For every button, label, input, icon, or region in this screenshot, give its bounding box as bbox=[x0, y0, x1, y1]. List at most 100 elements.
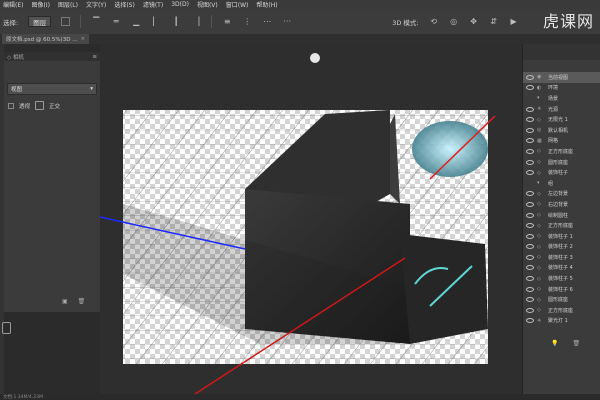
layer-row[interactable]: ◎ 默认相机 bbox=[523, 125, 600, 136]
eye-icon[interactable] bbox=[526, 159, 534, 165]
layer-type-icon: ◇ bbox=[537, 169, 541, 176]
layer-row[interactable]: ◇ 绘制圆柱 bbox=[523, 210, 600, 221]
document-canvas[interactable] bbox=[99, 44, 522, 395]
eye-icon[interactable] bbox=[526, 170, 534, 176]
distribute-vertical-icon[interactable]: ⋮ bbox=[242, 17, 252, 27]
light-icon[interactable]: 💡 bbox=[551, 340, 558, 347]
eye-icon[interactable] bbox=[526, 297, 534, 303]
layer-type-icon: ◉ bbox=[537, 74, 542, 81]
show-transform-checkbox[interactable] bbox=[61, 17, 71, 26]
menu-item-edit[interactable]: 编辑(E) bbox=[3, 0, 23, 9]
eye-icon[interactable] bbox=[526, 106, 534, 112]
eye-icon[interactable] bbox=[526, 181, 534, 186]
eye-icon[interactable] bbox=[526, 85, 534, 91]
eye-icon[interactable] bbox=[526, 307, 534, 313]
camera-video-icon[interactable]: ▶ bbox=[509, 17, 519, 27]
align-bottom-icon[interactable]: ▁ bbox=[131, 17, 141, 27]
orthographic-icon[interactable] bbox=[35, 101, 45, 110]
more-options-icon[interactable]: ··· bbox=[282, 17, 292, 27]
eye-icon[interactable] bbox=[526, 286, 534, 292]
layer-row[interactable]: ◇ 圆形底座 bbox=[523, 157, 600, 168]
document-tab-bar: 原文档.psd @ 60.5%(3D ... × bbox=[0, 34, 600, 44]
layer-name: 当前视图 bbox=[548, 74, 569, 81]
view-dropdown[interactable]: 视图 ▾ bbox=[7, 83, 97, 95]
menu-item-select[interactable]: 选择(S) bbox=[114, 0, 135, 9]
layer-row[interactable]: ◇ 正方形底座 bbox=[523, 146, 600, 157]
eye-icon[interactable] bbox=[526, 117, 534, 123]
pan-icon[interactable]: ✥ bbox=[469, 17, 479, 27]
orbit-icon[interactable]: ⟲ bbox=[429, 17, 439, 27]
distribute-icon[interactable]: ≡ bbox=[222, 17, 232, 27]
3d-scene-viewport[interactable] bbox=[99, 44, 522, 395]
layer-row[interactable]: ◇ 装饰柱子 5 bbox=[523, 273, 600, 284]
align-left-icon[interactable]: ▏ bbox=[151, 17, 161, 27]
menu-item-3d[interactable]: 3D(D) bbox=[171, 1, 189, 8]
layer-row[interactable]: ▾ 场景 bbox=[523, 93, 600, 104]
layer-row[interactable]: ◇ 装饰柱子 2 bbox=[523, 242, 600, 253]
menu-item-help[interactable]: 帮助(H) bbox=[256, 0, 277, 9]
align-top-icon[interactable]: ▔ bbox=[91, 17, 101, 27]
render-icon[interactable]: ▣ bbox=[62, 298, 68, 305]
eye-icon[interactable] bbox=[526, 191, 534, 197]
align-center-icon[interactable]: ┃ bbox=[171, 17, 181, 27]
eye-icon[interactable] bbox=[526, 223, 534, 229]
layer-row[interactable]: ◇ 装饰柱子 4 bbox=[523, 263, 600, 274]
panel-menu-icon[interactable]: ≡ bbox=[92, 54, 97, 60]
document-tab[interactable]: 原文档.psd @ 60.5%(3D ... × bbox=[2, 34, 90, 44]
layer-row[interactable]: ✳ 聚光灯 1 bbox=[523, 316, 600, 327]
chevron-down-icon: ▾ bbox=[90, 86, 93, 92]
menu-item-type[interactable]: 文字(Y) bbox=[86, 0, 106, 9]
eye-icon[interactable] bbox=[526, 74, 534, 80]
eye-icon[interactable] bbox=[526, 276, 534, 282]
layer-row[interactable]: ◇ 装饰柱子 1 bbox=[523, 231, 600, 242]
layer-row[interactable]: ◇ 装饰柱子 3 bbox=[523, 252, 600, 263]
layer-type-icon: ◐ bbox=[537, 84, 542, 91]
eye-icon[interactable] bbox=[526, 148, 534, 154]
layer-row[interactable]: ◉ 当前视图 bbox=[523, 72, 600, 83]
hand-tool-icon[interactable] bbox=[2, 322, 11, 334]
layer-row[interactable]: ◇ 装饰柱子 6 bbox=[523, 284, 600, 295]
eye-icon[interactable] bbox=[526, 212, 534, 218]
layer-row[interactable]: ◐ 环境 bbox=[523, 83, 600, 94]
layer-row[interactable]: ◇ 无限光 1 bbox=[523, 114, 600, 125]
camera-panel-title: ◇ 相机 bbox=[7, 54, 24, 61]
layer-name: 装饰柱子 bbox=[548, 170, 569, 177]
slide-icon[interactable]: ⇵ bbox=[489, 17, 499, 27]
menu-item-layer[interactable]: 图层(L) bbox=[58, 0, 78, 9]
close-icon[interactable]: × bbox=[80, 36, 85, 42]
eye-icon[interactable] bbox=[526, 96, 534, 101]
eye-icon[interactable] bbox=[526, 233, 534, 239]
layer-row[interactable]: ◇ 左边背景 bbox=[523, 189, 600, 200]
layer-select-dropdown[interactable]: 图层 bbox=[28, 16, 52, 27]
eye-icon[interactable] bbox=[526, 265, 534, 271]
layer-row[interactable]: ◇ 正方形底座 bbox=[523, 305, 600, 316]
layer-row[interactable]: ✳ 光源 bbox=[523, 104, 600, 115]
eye-icon[interactable] bbox=[526, 254, 534, 260]
eye-icon[interactable] bbox=[526, 138, 534, 144]
roll-icon[interactable]: ◎ bbox=[449, 17, 459, 27]
eye-icon[interactable] bbox=[526, 201, 534, 207]
menu-item-window[interactable]: 窗口(W) bbox=[226, 0, 249, 9]
align-middle-icon[interactable]: ═ bbox=[111, 17, 121, 27]
layer-row[interactable]: ◇ 右边背景 bbox=[523, 199, 600, 210]
layer-name: 光源 bbox=[548, 106, 559, 113]
layer-row[interactable]: ▾ 组 bbox=[523, 178, 600, 189]
properties-panel-header: ◇ 相机 ≡ bbox=[4, 52, 100, 61]
layer-row[interactable]: ◇ 装饰柱子 bbox=[523, 167, 600, 178]
eye-icon[interactable] bbox=[526, 127, 534, 133]
align-right-icon[interactable]: ▕ bbox=[191, 17, 201, 27]
layer-row[interactable]: ▦ 网格 bbox=[523, 136, 600, 147]
trash-icon[interactable]: 🗑 bbox=[78, 298, 86, 305]
distribute-horizontal-icon[interactable]: ⋯ bbox=[262, 17, 272, 27]
menu-item-image[interactable]: 图像(I) bbox=[31, 0, 49, 9]
menu-item-filter[interactable]: 滤镜(T) bbox=[143, 0, 163, 9]
3d-widget-icon[interactable] bbox=[310, 53, 320, 63]
perspective-radio[interactable] bbox=[8, 102, 14, 109]
layer-row[interactable]: ◇ 圆形底座 bbox=[523, 294, 600, 305]
eye-icon[interactable] bbox=[526, 318, 534, 324]
layer-row[interactable]: ◇ 正方形底座 bbox=[523, 220, 600, 231]
menu-item-view[interactable]: 视图(V) bbox=[197, 0, 218, 9]
layer-type-icon: ◇ bbox=[537, 243, 541, 250]
trash-icon[interactable]: 🗑 bbox=[572, 340, 580, 347]
eye-icon[interactable] bbox=[526, 244, 534, 250]
